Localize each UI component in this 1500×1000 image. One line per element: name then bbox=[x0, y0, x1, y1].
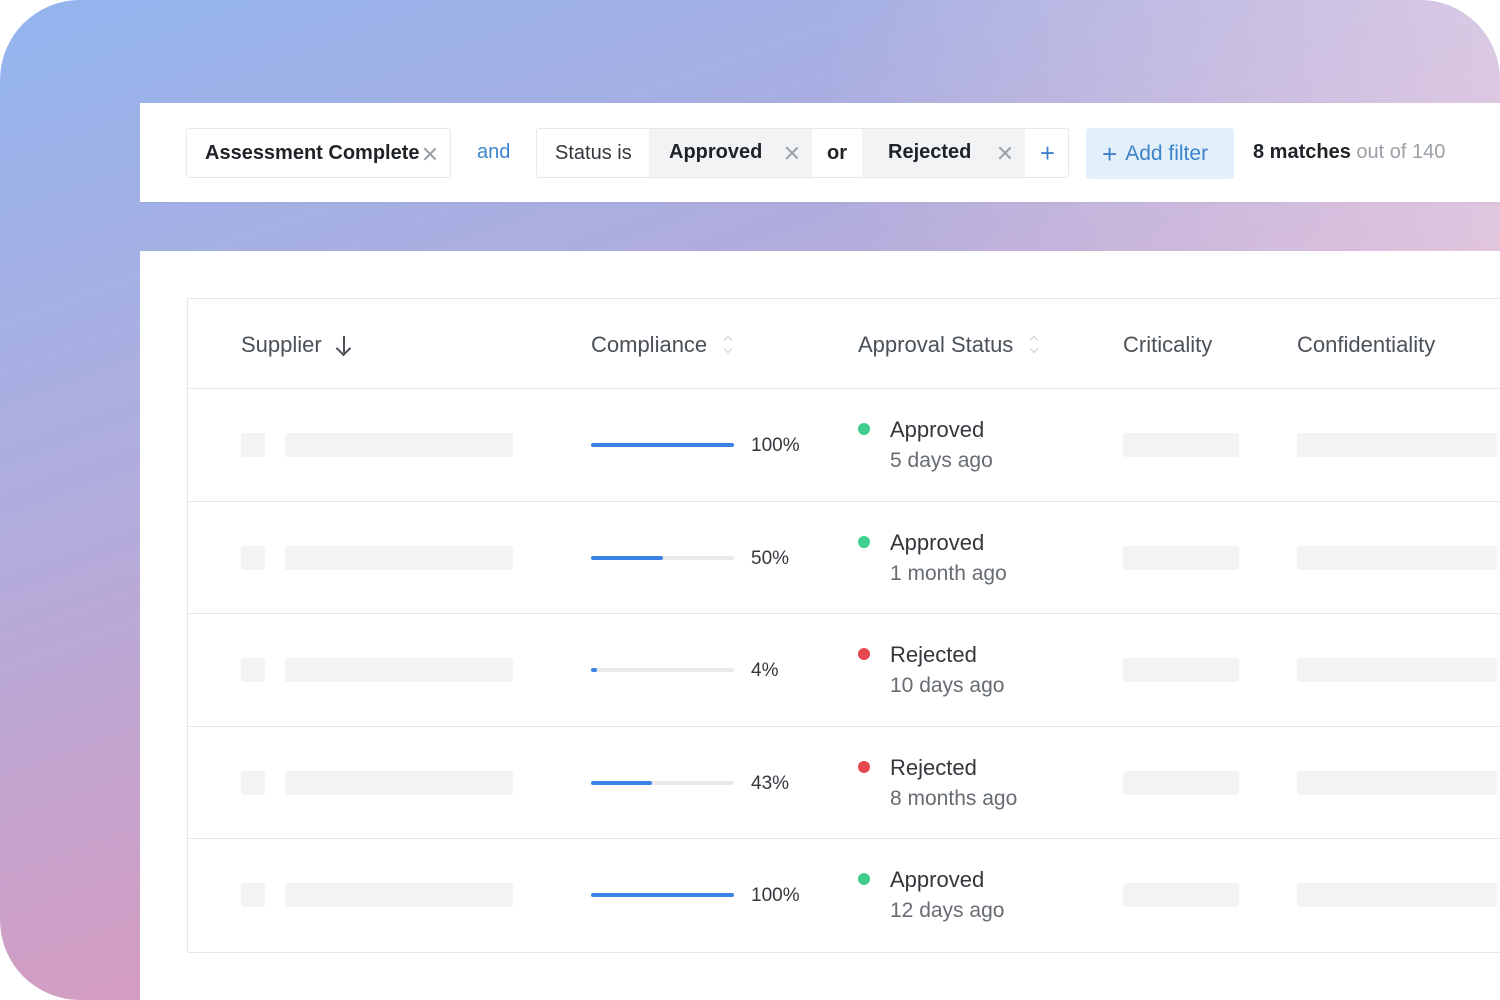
supplier-name-placeholder bbox=[285, 545, 513, 570]
column-header-supplier[interactable]: Supplier bbox=[241, 332, 352, 358]
filter-chip-label: Assessment Complete bbox=[205, 141, 420, 164]
approval-time: 8 months ago bbox=[890, 786, 1018, 810]
add-filter-label: Add filter bbox=[1125, 141, 1209, 165]
approval-status: Rejected bbox=[890, 754, 977, 780]
column-header-confidentiality[interactable]: Confidentiality bbox=[1297, 332, 1435, 358]
approval-status: Approved bbox=[890, 417, 985, 442]
plus-icon: + bbox=[1102, 138, 1118, 169]
compliance-value: 4% bbox=[751, 660, 779, 682]
close-icon[interactable] bbox=[785, 146, 799, 160]
table-row[interactable]: 4% Rejected 10 days ago bbox=[188, 614, 1500, 727]
close-icon[interactable] bbox=[998, 146, 1012, 160]
compliance-bar bbox=[591, 780, 734, 785]
avatar-placeholder bbox=[241, 770, 265, 795]
match-count: 8 matches out of 140 bbox=[1253, 141, 1445, 164]
compliance-bar bbox=[591, 555, 734, 560]
confidentiality-placeholder bbox=[1297, 545, 1497, 570]
compliance-bar bbox=[591, 668, 734, 673]
filter-value-rejected[interactable]: Rejected bbox=[862, 129, 1025, 177]
criticality-placeholder bbox=[1123, 770, 1239, 795]
table-row[interactable]: 50% Approved 1 month ago bbox=[188, 502, 1500, 615]
table-row[interactable]: 100% Approved 5 days ago bbox=[188, 389, 1500, 502]
filter-chip-assessment[interactable]: Assessment Complete bbox=[186, 128, 451, 178]
column-header-label: Confidentiality bbox=[1297, 332, 1436, 357]
status-dot-icon bbox=[858, 535, 870, 548]
compliance-bar bbox=[591, 443, 734, 447]
match-count-number: 8 matches bbox=[1253, 141, 1351, 163]
status-dot-icon bbox=[858, 873, 870, 886]
column-header-label: Criticality bbox=[1123, 332, 1213, 357]
compliance-value: 50% bbox=[751, 547, 790, 569]
table-row[interactable]: 100% Approved 12 days ago bbox=[188, 839, 1500, 952]
status-dot-icon bbox=[858, 423, 870, 435]
table-row[interactable]: 43% Rejected 8 months ago bbox=[188, 727, 1500, 840]
compliance-bar-fill bbox=[591, 893, 734, 898]
filter-value-label: Approved bbox=[669, 141, 763, 163]
filter-chip-status: Status is Approved or Rejected + bbox=[536, 128, 1069, 178]
table-panel: Supplier Compliance Approval Status Crit… bbox=[140, 251, 1500, 1000]
column-header-label: Compliance bbox=[591, 332, 708, 357]
avatar-placeholder bbox=[241, 433, 265, 457]
criticality-placeholder bbox=[1123, 433, 1239, 457]
filter-joiner-and[interactable]: and bbox=[477, 141, 510, 164]
filter-value-approved[interactable]: Approved bbox=[649, 129, 812, 177]
criticality-placeholder bbox=[1123, 658, 1239, 683]
add-value-plus-icon[interactable]: + bbox=[1025, 129, 1068, 177]
approval-time: 12 days ago bbox=[890, 899, 1005, 923]
confidentiality-placeholder bbox=[1297, 883, 1497, 908]
filter-status-prefix[interactable]: Status is bbox=[537, 129, 649, 177]
close-icon[interactable] bbox=[423, 147, 437, 161]
confidentiality-placeholder bbox=[1297, 770, 1497, 795]
avatar-placeholder bbox=[241, 545, 265, 570]
compliance-bar-fill bbox=[591, 780, 653, 785]
filter-value-label: Rejected bbox=[888, 141, 972, 163]
compliance-bar-fill bbox=[591, 555, 663, 560]
compliance-bar bbox=[591, 893, 734, 898]
column-header-label: Supplier bbox=[241, 332, 322, 357]
column-header-label: Approval Status bbox=[858, 332, 1014, 357]
compliance-bar-fill bbox=[591, 443, 734, 447]
table-header: Supplier Compliance Approval Status Crit… bbox=[188, 299, 1500, 389]
filter-joiner-or[interactable]: or bbox=[812, 129, 862, 177]
compliance-value: 43% bbox=[751, 772, 790, 794]
sort-icon[interactable] bbox=[1029, 334, 1039, 356]
add-filter-button[interactable]: + Add filter bbox=[1086, 128, 1234, 179]
status-dot-icon bbox=[858, 760, 870, 773]
supplier-name-placeholder bbox=[285, 883, 513, 908]
match-count-total: out of 140 bbox=[1350, 141, 1446, 163]
compliance-value: 100% bbox=[751, 435, 800, 456]
approval-status: Rejected bbox=[890, 642, 977, 668]
suppliers-table: Supplier Compliance Approval Status Crit… bbox=[187, 298, 1500, 953]
arrow-down-icon[interactable] bbox=[336, 335, 352, 355]
supplier-name-placeholder bbox=[285, 770, 513, 795]
compliance-bar-fill bbox=[591, 668, 597, 673]
approval-time: 1 month ago bbox=[890, 561, 1007, 585]
compliance-value: 100% bbox=[751, 885, 800, 907]
criticality-placeholder bbox=[1123, 883, 1239, 908]
supplier-name-placeholder bbox=[285, 433, 513, 457]
confidentiality-placeholder bbox=[1297, 433, 1497, 457]
status-dot-icon bbox=[858, 648, 870, 661]
sort-icon[interactable] bbox=[723, 334, 733, 356]
column-header-approval-status[interactable]: Approval Status bbox=[858, 332, 1039, 358]
column-header-compliance[interactable]: Compliance bbox=[591, 332, 733, 358]
approval-time: 5 days ago bbox=[890, 449, 993, 472]
avatar-placeholder bbox=[241, 883, 265, 908]
approval-status: Approved bbox=[890, 867, 985, 893]
approval-status: Approved bbox=[890, 529, 985, 555]
approval-time: 10 days ago bbox=[890, 674, 1005, 698]
filter-bar: Assessment Complete and Status is Approv… bbox=[140, 103, 1500, 202]
column-header-criticality[interactable]: Criticality bbox=[1123, 332, 1212, 358]
criticality-placeholder bbox=[1123, 545, 1239, 570]
avatar-placeholder bbox=[241, 658, 265, 683]
supplier-name-placeholder bbox=[285, 658, 513, 683]
confidentiality-placeholder bbox=[1297, 658, 1497, 683]
